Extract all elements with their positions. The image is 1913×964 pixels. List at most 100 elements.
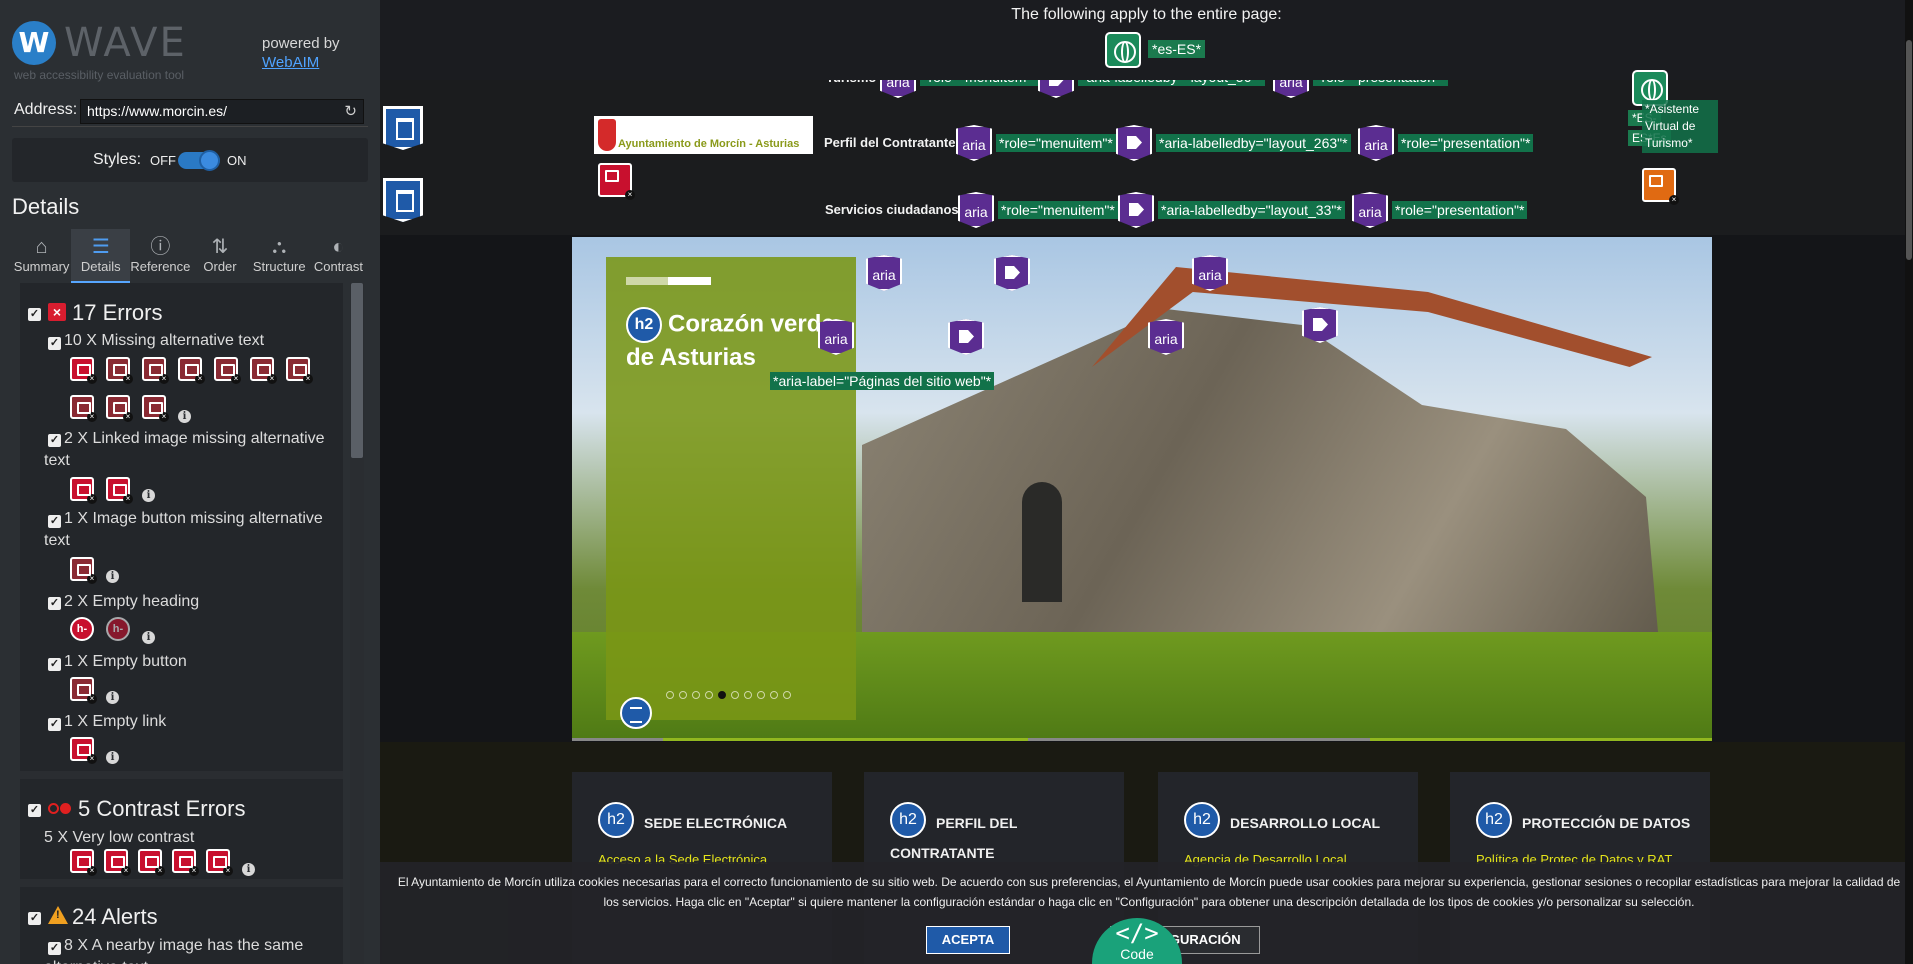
errors-section: ✓ × 17 Errors ✓ 10 X Missing alternative… — [20, 283, 343, 771]
missing-alt-icon[interactable]: × — [142, 357, 169, 384]
slider-dot[interactable] — [744, 691, 752, 699]
aria-presentation-label: *role="presentation"* — [1392, 201, 1528, 219]
tab-label: Details — [80, 259, 121, 274]
region-icon[interactable] — [383, 178, 423, 222]
aria-labelledby-label: *aria-labelledby="layout_33"* — [1158, 201, 1345, 219]
powered-by: powered by WebAIM — [262, 34, 340, 72]
language-globe-icon[interactable] — [1105, 32, 1141, 68]
info-icon[interactable]: i — [106, 570, 119, 583]
info-icon[interactable]: i — [106, 691, 119, 704]
alerts-checkbox[interactable]: ✓ — [28, 912, 41, 925]
tab-reference[interactable]: ⓘ Reference — [130, 229, 190, 283]
details-heading: Details — [12, 194, 80, 219]
missing-alt-icon[interactable]: × — [106, 357, 133, 384]
missing-alt-icon[interactable]: × — [250, 357, 277, 384]
tag-icon[interactable] — [1116, 125, 1152, 161]
missing-alt-marker[interactable]: × — [598, 163, 635, 200]
h2-icon[interactable]: h2 — [1476, 802, 1512, 838]
nav-item-perfil[interactable]: Perfil del Contratante — [824, 135, 955, 150]
button-marker-icon[interactable]: × — [1642, 168, 1679, 205]
styles-toggle[interactable] — [178, 150, 220, 171]
site-logo[interactable]: Ayuntamiento de Morcín - Asturias — [594, 116, 813, 154]
empty-button-icon[interactable]: × — [70, 677, 97, 704]
image-button-icon[interactable]: × — [70, 557, 97, 584]
error-item-empty-link: 1 X Empty link — [64, 713, 167, 730]
slider-dot[interactable] — [757, 691, 765, 699]
missing-alt-icon[interactable]: × — [70, 357, 97, 384]
empty-heading-icon[interactable]: h- — [70, 617, 94, 641]
tag-icon[interactable] — [1302, 307, 1338, 343]
tab-order[interactable]: ⇅ Order — [190, 229, 249, 283]
slider-dot[interactable] — [692, 691, 700, 699]
slider-dot[interactable] — [770, 691, 778, 699]
item-checkbox[interactable]: ✓ — [48, 718, 61, 731]
slider-dot[interactable] — [666, 691, 674, 699]
missing-alt-icon[interactable]: × — [214, 357, 241, 384]
slider-dot[interactable] — [731, 691, 739, 699]
empty-link-icon[interactable]: × — [70, 737, 97, 764]
aria-icon[interactable]: aria — [866, 255, 902, 291]
region-icon[interactable] — [383, 106, 423, 150]
missing-alt-icon[interactable]: × — [286, 357, 313, 384]
aria-icon[interactable]: aria — [1352, 192, 1388, 228]
linked-image-icon[interactable]: × — [106, 477, 133, 504]
refresh-icon[interactable]: ↻ — [344, 102, 357, 120]
low-contrast-icon[interactable]: × — [104, 849, 131, 876]
info-icon[interactable]: i — [142, 631, 155, 644]
low-contrast-icon[interactable]: × — [206, 849, 233, 876]
low-contrast-icon[interactable]: × — [70, 849, 97, 876]
aria-role-label: *role="menuitem"* — [998, 201, 1118, 219]
tag-icon[interactable] — [948, 319, 984, 355]
empty-heading-icon[interactable]: h- — [106, 617, 130, 641]
error-x-icon: × — [1669, 195, 1679, 205]
list-icon[interactable] — [620, 697, 652, 729]
missing-alt-icon[interactable]: × — [178, 357, 205, 384]
slider-dot-active[interactable] — [718, 691, 726, 699]
slider-dot[interactable] — [679, 691, 687, 699]
missing-alt-icon[interactable]: × — [106, 395, 133, 422]
item-checkbox[interactable]: ✓ — [48, 597, 61, 610]
aria-icon[interactable]: aria — [1192, 255, 1228, 291]
info-icon[interactable]: i — [242, 863, 255, 876]
address-input[interactable]: https://www.morcin.es/ ↻ — [80, 99, 364, 124]
item-checkbox[interactable]: ✓ — [48, 337, 61, 350]
aria-icon[interactable]: aria — [958, 192, 994, 228]
linked-image-icon[interactable]: × — [70, 477, 97, 504]
aria-icon[interactable]: aria — [818, 319, 854, 355]
code-label: Code — [1120, 946, 1154, 962]
tag-icon[interactable] — [1118, 192, 1154, 228]
aria-icon[interactable]: aria — [1358, 125, 1394, 161]
h2-icon[interactable]: h2 — [626, 307, 662, 343]
tab-summary[interactable]: ⌂ Summary — [12, 229, 71, 283]
accept-cookies-button[interactable]: ACEPTA — [926, 926, 1010, 954]
panel-tabs: ⌂ Summary ☰ Details ⓘ Reference ⇅ Order ⛬ Str… — [12, 229, 368, 283]
low-contrast-icon[interactable]: × — [138, 849, 165, 876]
panel-scrollbar-thumb[interactable] — [351, 283, 363, 458]
errors-checkbox[interactable]: ✓ — [28, 308, 41, 321]
h2-icon[interactable]: h2 — [598, 802, 634, 838]
low-contrast-icon[interactable]: × — [172, 849, 199, 876]
h2-icon[interactable]: h2 — [1184, 802, 1220, 838]
page-scrollbar[interactable] — [1905, 0, 1913, 964]
missing-alt-icon[interactable]: × — [142, 395, 169, 422]
info-icon[interactable]: i — [106, 751, 119, 764]
slider-dot[interactable] — [783, 691, 791, 699]
aria-icon[interactable]: aria — [1148, 319, 1184, 355]
info-icon[interactable]: i — [142, 489, 155, 502]
missing-alt-icon[interactable]: × — [70, 395, 97, 422]
tag-icon[interactable] — [994, 255, 1030, 291]
code-toggle[interactable]: </> Code — [1092, 918, 1182, 964]
tab-contrast[interactable]: ◐ Contrast — [309, 229, 368, 283]
info-icon[interactable]: i — [178, 410, 191, 423]
alert-item: 8 X A nearby image has the same alternat… — [44, 937, 304, 964]
contrast-checkbox[interactable]: ✓ — [28, 804, 41, 817]
error-x-icon: × — [123, 494, 133, 504]
page-scrollbar-thumb[interactable] — [1906, 40, 1912, 260]
tab-structure[interactable]: ⛬ Structure — [250, 229, 309, 283]
slider-dot[interactable] — [705, 691, 713, 699]
nav-item-servicios[interactable]: Servicios ciudadanos — [825, 202, 959, 217]
item-checkbox[interactable]: ✓ — [48, 658, 61, 671]
aria-icon[interactable]: aria — [956, 125, 992, 161]
tab-details[interactable]: ☰ Details — [71, 229, 131, 283]
webaim-link[interactable]: WebAIM — [262, 54, 319, 71]
